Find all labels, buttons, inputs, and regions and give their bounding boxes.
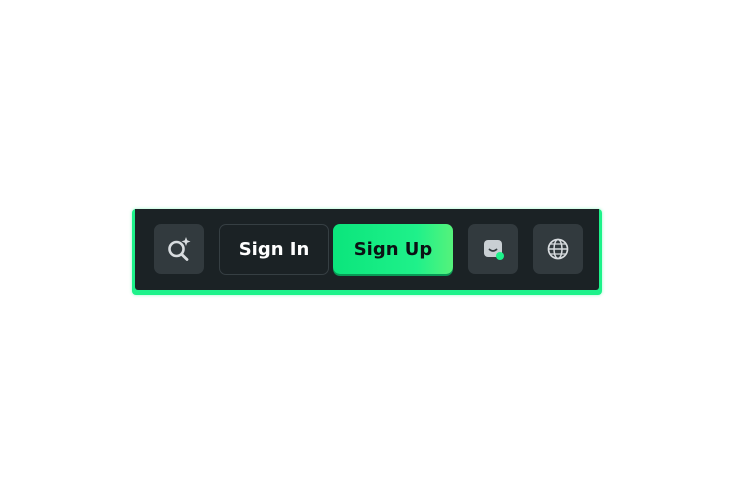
header-toolbar: Sign In Sign Up bbox=[135, 209, 599, 290]
globe-icon bbox=[546, 237, 570, 261]
chat-button[interactable] bbox=[468, 224, 518, 274]
sign-up-button[interactable]: Sign Up bbox=[333, 224, 453, 274]
sign-up-label: Sign Up bbox=[353, 238, 433, 260]
chat-bubble-icon bbox=[481, 237, 505, 261]
search-button[interactable] bbox=[154, 224, 204, 274]
search-sparkle-icon bbox=[166, 236, 192, 262]
sign-in-label: Sign In bbox=[238, 239, 310, 260]
language-button[interactable] bbox=[533, 224, 583, 274]
sign-in-button[interactable]: Sign In bbox=[219, 224, 329, 275]
toolbar-frame: Sign In Sign Up bbox=[132, 209, 602, 295]
